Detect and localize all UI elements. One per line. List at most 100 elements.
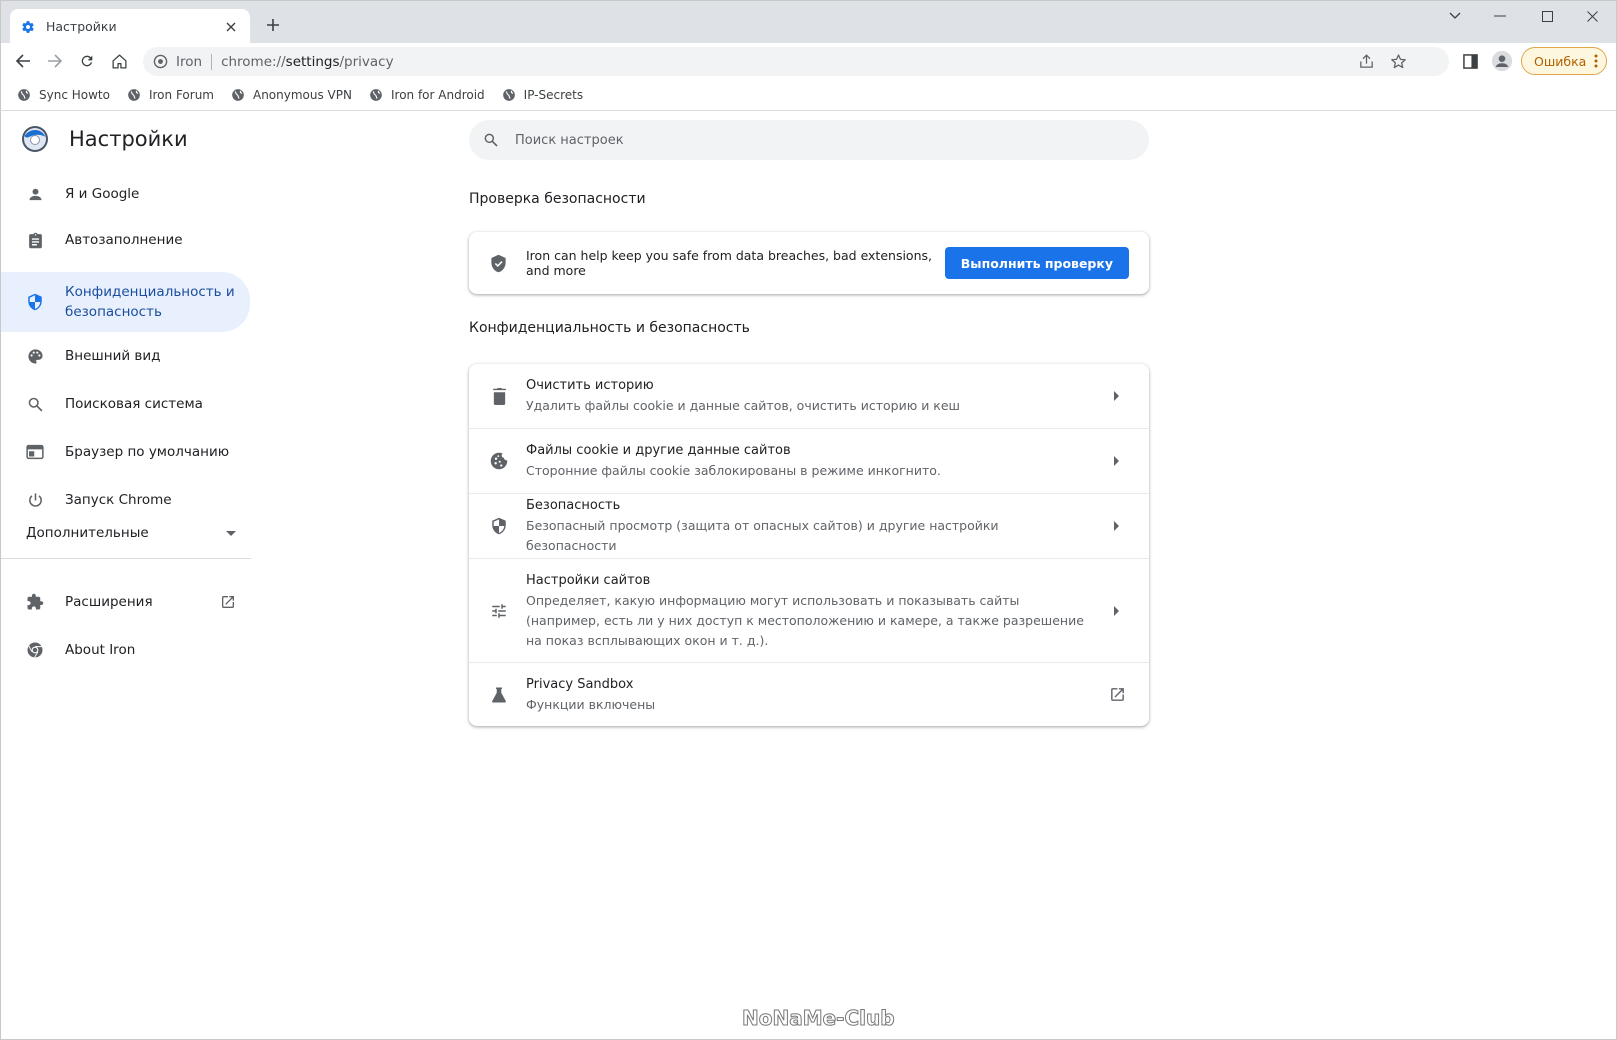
tune-icon: [489, 601, 509, 621]
sidebar-item-appearance[interactable]: Внешний вид: [1, 344, 250, 368]
globe-icon: [127, 88, 141, 102]
gear-icon: [20, 19, 36, 35]
privacy-card: Очистить историю Удалить файлы cookie и …: [469, 364, 1149, 726]
open-in-new-icon: [1105, 683, 1129, 707]
run-safety-check-button[interactable]: Выполнить проверку: [944, 247, 1129, 279]
safety-check-card: Iron can help keep you safe from data br…: [469, 232, 1149, 294]
safety-check-text: Iron can help keep you safe from data br…: [526, 248, 932, 278]
menu-dots-icon: [1594, 53, 1598, 72]
address-bar[interactable]: Iron chrome://settings/privacy: [143, 47, 1449, 76]
globe-icon: [369, 88, 383, 102]
security-shield-icon: [489, 516, 509, 536]
forward-button[interactable]: [41, 47, 69, 75]
url-scheme: chrome://: [221, 53, 286, 70]
bookmark-label: Iron Forum: [148, 87, 214, 102]
bookmark-label: Sync Howto: [39, 87, 110, 102]
puzzle-icon: [25, 592, 45, 612]
power-icon: [25, 490, 45, 510]
close-window-button[interactable]: [1569, 1, 1615, 31]
row-privacy-sandbox[interactable]: Privacy Sandbox Функции включены: [469, 662, 1149, 726]
iron-logo-icon: [21, 125, 49, 153]
sidebar-item-label: Браузер по умолчанию: [65, 444, 230, 460]
bookmark-label: Anonymous VPN: [252, 87, 352, 102]
open-in-new-icon: [220, 594, 236, 610]
sidebar-advanced-toggle[interactable]: Дополнительные: [26, 525, 236, 541]
tab-search-button[interactable]: [1432, 1, 1478, 31]
sidebar-item-label: Я и Google: [65, 186, 140, 202]
sidebar-item-privacy[interactable]: Конфиденциальность и безопасность: [1, 272, 250, 332]
globe-icon: [502, 88, 516, 102]
minimize-button[interactable]: [1477, 1, 1523, 31]
sidebar-item-default-browser[interactable]: Браузер по умолчанию: [1, 440, 250, 464]
reload-button[interactable]: [73, 47, 101, 75]
row-title: Файлы cookie и другие данные сайтов: [526, 443, 791, 458]
row-site-settings[interactable]: Настройки сайтов Определяет, какую инфор…: [469, 558, 1149, 662]
row-title: Очистить историю: [526, 378, 654, 393]
url-host: settings: [285, 53, 340, 70]
shield-check-icon: [489, 254, 508, 273]
row-title: Privacy Sandbox: [526, 676, 634, 692]
page-title: Настройки: [69, 127, 188, 151]
clipboard-icon: [25, 230, 45, 250]
bookmark-item[interactable]: IP-Secrets: [502, 88, 583, 102]
chevron-right-icon: [1105, 449, 1129, 473]
chrome-logo-icon: [25, 640, 45, 660]
bookmark-label: IP-Secrets: [523, 87, 584, 102]
row-subtitle: Сторонние файлы cookie заблокированы в р…: [526, 463, 941, 478]
bookmark-item[interactable]: Sync Howto: [17, 88, 110, 102]
tab-strip: Настройки: [0, 0, 1617, 44]
row-subtitle: Удалить файлы cookie и данные сайтов, оч…: [526, 398, 960, 413]
bookmark-item[interactable]: Iron Forum: [127, 88, 214, 102]
safety-check-heading: Проверка безопасности: [469, 191, 646, 207]
bookmark-label: Iron for Android: [390, 87, 485, 102]
sidebar-item-on-startup[interactable]: Запуск Chrome: [1, 488, 250, 512]
search-icon: [25, 394, 45, 414]
cookie-icon: [489, 451, 509, 471]
arrow-drop-down-icon: [226, 525, 236, 541]
bookmark-item[interactable]: Anonymous VPN: [231, 88, 352, 102]
globe-icon: [17, 88, 31, 102]
url-path: /privacy: [339, 53, 394, 70]
side-panel-button[interactable]: [1456, 47, 1484, 75]
sidebar-item-about[interactable]: About Iron: [1, 638, 250, 662]
back-button[interactable]: [9, 47, 37, 75]
search-icon: [483, 132, 499, 148]
maximize-button[interactable]: [1524, 1, 1570, 31]
sidebar-item-label: Конфиденциальность и безопасность: [65, 284, 235, 320]
trash-icon: [489, 386, 509, 406]
row-subtitle: Определяет, какую информацию могут испол…: [526, 592, 1084, 648]
search-input[interactable]: [515, 132, 1115, 148]
privacy-heading: Конфиденциальность и безопасность: [469, 320, 750, 336]
home-button[interactable]: [105, 47, 133, 75]
sidebar-item-you-and-google[interactable]: Я и Google: [1, 182, 250, 206]
sidebar-item-autofill[interactable]: Автозаполнение: [1, 228, 250, 252]
row-cookies[interactable]: Файлы cookie и другие данные сайтов Стор…: [469, 428, 1149, 493]
row-clear-browsing-data[interactable]: Очистить историю Удалить файлы cookie и …: [469, 364, 1149, 428]
close-icon[interactable]: [222, 18, 240, 36]
row-security[interactable]: Безопасность Безопасный просмотр (защита…: [469, 493, 1149, 558]
bookmarks-bar: Sync Howto Iron Forum Anonymous VPN Iron…: [0, 79, 1617, 111]
sidebar-item-label: Запуск Chrome: [65, 492, 172, 508]
bookmark-item[interactable]: Iron for Android: [369, 88, 485, 102]
row-title: Безопасность: [526, 498, 621, 513]
tab-title: Настройки: [46, 19, 117, 34]
flask-icon: [489, 685, 509, 705]
sidebar-item-label: Поисковая система: [65, 396, 203, 412]
sidebar-item-label: Автозаполнение: [65, 232, 183, 248]
error-chip-button[interactable]: Ошибка: [1521, 47, 1607, 75]
sidebar-item-label: Расширения: [65, 594, 153, 610]
app-header: Настройки: [21, 125, 188, 153]
site-info-icon[interactable]: [153, 54, 168, 69]
chevron-right-icon: [1105, 599, 1129, 623]
sidebar-item-extensions[interactable]: Расширения: [1, 590, 236, 614]
omnibox-separator: [211, 53, 213, 70]
sidebar-divider: [1, 558, 251, 559]
star-icon[interactable]: [1390, 53, 1407, 70]
tab-settings[interactable]: Настройки: [10, 9, 250, 44]
new-tab-button[interactable]: [263, 15, 283, 35]
sidebar-item-search-engine[interactable]: Поисковая система: [1, 392, 250, 416]
profile-avatar[interactable]: [1488, 47, 1516, 75]
share-icon[interactable]: [1358, 53, 1375, 70]
shield-icon: [25, 292, 45, 312]
palette-icon: [25, 346, 45, 366]
